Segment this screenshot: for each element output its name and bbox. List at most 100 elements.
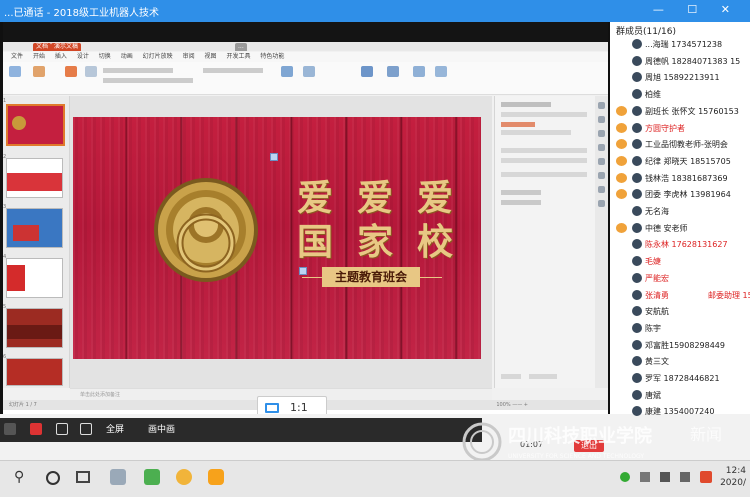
- member-row[interactable]: 副班长 张怀文 15760153: [610, 103, 750, 120]
- task-view-icon[interactable]: [76, 471, 90, 483]
- window-controls[interactable]: — ☐ ✕: [653, 3, 740, 16]
- camera-icon[interactable]: [56, 423, 68, 435]
- member-row[interactable]: 陈宇: [610, 320, 750, 337]
- member-row[interactable]: 严能宏: [610, 270, 750, 287]
- slide-thumb-4[interactable]: [6, 258, 63, 298]
- selection-handle[interactable]: [299, 267, 307, 275]
- member-row[interactable]: 中德 安老师: [610, 220, 750, 237]
- fullscreen-button[interactable]: 全屏: [106, 422, 124, 435]
- member-name: ...海瑞 1734571238: [645, 40, 723, 49]
- task-pane: [494, 96, 595, 388]
- tool-icon[interactable]: [598, 130, 605, 137]
- media-icon[interactable]: [208, 469, 224, 485]
- tool-icon[interactable]: [598, 116, 605, 123]
- input-method-icon[interactable]: [680, 472, 690, 482]
- tool-icon[interactable]: [598, 172, 605, 179]
- text-box-icon[interactable]: [281, 66, 293, 77]
- watermark-text: 四川科技职业学院: [508, 425, 652, 447]
- tool-icon[interactable]: [598, 186, 605, 193]
- member-row[interactable]: 陈永林 17628131627: [610, 236, 750, 253]
- menu-slideshow[interactable]: 幻灯片放映: [143, 52, 173, 62]
- paste-icon[interactable]: [9, 66, 21, 77]
- select-icon[interactable]: [413, 66, 425, 77]
- browser-icon[interactable]: [144, 469, 160, 485]
- doc-tab-2[interactable]: 演示文稿: [51, 43, 82, 51]
- qq-icon[interactable]: [176, 469, 192, 485]
- menu-special[interactable]: 特色功能: [260, 52, 284, 62]
- member-name: 严能宏: [645, 273, 669, 283]
- mute-mic-icon[interactable]: [30, 423, 42, 435]
- member-row[interactable]: 团委 李虎林 13981964: [610, 186, 750, 203]
- member-row[interactable]: 无名海: [610, 203, 750, 220]
- member-row[interactable]: 钱林浩 18381687369: [610, 170, 750, 187]
- avatar: [632, 155, 642, 166]
- slide-thumb-1[interactable]: [6, 104, 65, 146]
- paragraph-row[interactable]: [203, 68, 263, 73]
- menu-developer[interactable]: 开发工具: [226, 52, 250, 62]
- tray-icon[interactable]: [620, 472, 630, 482]
- member-row[interactable]: 安航航: [610, 303, 750, 320]
- member-name: 罗军 18728446821: [645, 374, 720, 383]
- volume-icon[interactable]: [660, 472, 670, 482]
- member-row[interactable]: 邓富胜15908298449: [610, 337, 750, 354]
- back-icon[interactable]: [4, 423, 16, 435]
- shapes-icon[interactable]: [303, 66, 315, 77]
- notification-icon[interactable]: [700, 471, 712, 483]
- menu-review[interactable]: 审阅: [183, 52, 195, 62]
- menu-file[interactable]: 文件: [11, 52, 23, 62]
- member-row[interactable]: 张清勇 邮委助理 151: [610, 287, 750, 304]
- tool-icon[interactable]: [598, 200, 605, 207]
- member-row[interactable]: ...海瑞 1734571238: [610, 36, 750, 53]
- member-row[interactable]: 工业品彻教老师-张明会: [610, 136, 750, 153]
- tool-icon[interactable]: [598, 158, 605, 165]
- current-slide[interactable]: 爱爱爱 国家校 主题教育班会: [73, 117, 481, 359]
- menu-transition[interactable]: 切换: [99, 52, 111, 62]
- status-zoom[interactable]: 100% —— +: [496, 400, 528, 410]
- menu-home[interactable]: 开始: [33, 52, 45, 62]
- tool-icon[interactable]: [598, 102, 605, 109]
- pip-button[interactable]: 画中画: [148, 422, 175, 435]
- slide-title-line2[interactable]: 国家校: [297, 213, 477, 265]
- arrange-icon[interactable]: [361, 66, 373, 77]
- doc-tab-3[interactable]: ...: [235, 43, 247, 51]
- selection-handle[interactable]: [270, 153, 278, 161]
- member-row[interactable]: 黄三文: [610, 353, 750, 370]
- new-slide-icon[interactable]: [33, 66, 45, 77]
- taskbar-clock[interactable]: 12:4 2020/: [720, 465, 746, 489]
- slide-subtitle[interactable]: 主题教育班会: [322, 267, 420, 287]
- font-format-row[interactable]: [103, 78, 193, 83]
- watermark-text-2: 新闻: [690, 425, 722, 444]
- tool-icon[interactable]: [598, 144, 605, 151]
- member-row[interactable]: 周德帆 18284071383 15: [610, 53, 750, 70]
- avatar: [632, 322, 642, 333]
- member-row[interactable]: 毛婕: [610, 253, 750, 270]
- find-icon[interactable]: [435, 66, 447, 77]
- menu-view[interactable]: 视图: [205, 52, 217, 62]
- doc-tab-1[interactable]: 文档: [33, 43, 52, 51]
- app-icon[interactable]: [110, 469, 126, 485]
- layout-icon[interactable]: [65, 66, 77, 77]
- avatar: [632, 289, 642, 300]
- member-row[interactable]: 方圆守护者: [610, 120, 750, 137]
- slide-thumb-6[interactable]: [6, 358, 63, 386]
- member-row[interactable]: 唐斌: [610, 387, 750, 404]
- slide-thumb-5[interactable]: [6, 308, 63, 348]
- cortana-icon[interactable]: [46, 471, 60, 485]
- menu-animation[interactable]: 动画: [121, 52, 133, 62]
- member-row[interactable]: 罗军 18728446821: [610, 370, 750, 387]
- slide-thumb-2[interactable]: [6, 158, 63, 198]
- member-row[interactable]: 纪律 郑晓天 18515705: [610, 153, 750, 170]
- menu-design[interactable]: 设计: [77, 52, 89, 62]
- member-name: 陈宇: [645, 323, 661, 333]
- menu-insert[interactable]: 插入: [55, 52, 67, 62]
- share-icon[interactable]: [80, 423, 92, 435]
- avatar: [632, 39, 642, 49]
- reset-icon[interactable]: [85, 66, 97, 77]
- search-icon[interactable]: ⚲: [14, 469, 30, 485]
- font-family-select[interactable]: [103, 68, 173, 73]
- start-show-icon[interactable]: [387, 66, 399, 77]
- slide-thumb-3[interactable]: [6, 208, 63, 248]
- member-row[interactable]: 柏维: [610, 86, 750, 103]
- member-row[interactable]: 周旭 15892213911: [610, 69, 750, 86]
- network-icon[interactable]: [640, 472, 650, 482]
